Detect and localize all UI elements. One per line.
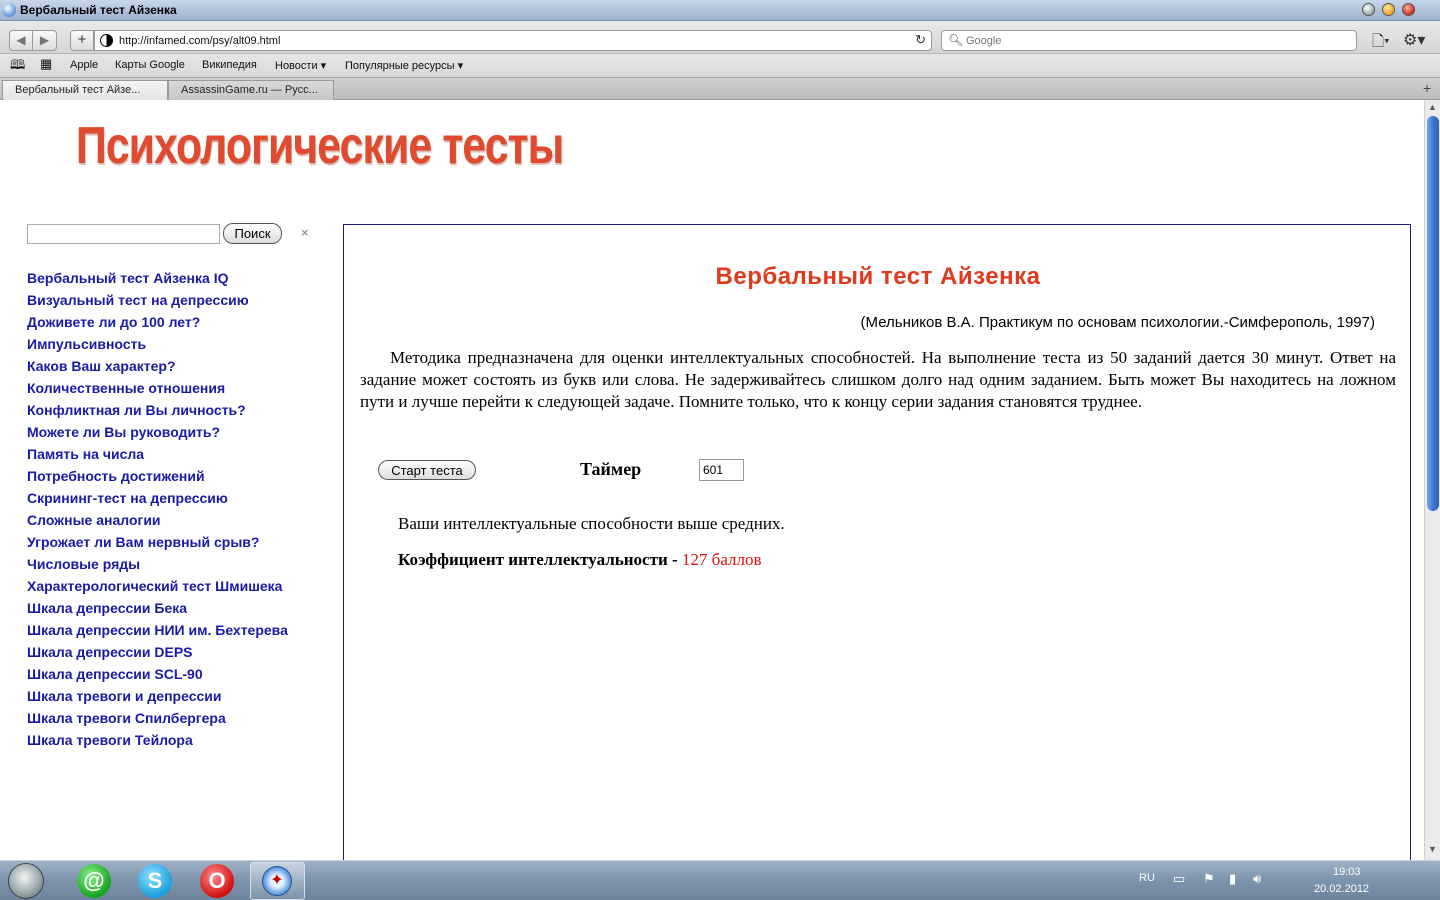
sidebar-item-achievement[interactable]: Потребность достижений	[27, 465, 337, 487]
sidebar-item-analogies[interactable]: Сложные аналогии	[27, 509, 337, 531]
sidebar-item-eysenck-iq[interactable]: Вербальный тест Айзенка IQ	[27, 267, 337, 289]
sidebar-item-visual-depression[interactable]: Визуальный тест на депрессию	[27, 289, 337, 311]
sidebar-item-anxiety-depression[interactable]: Шкала тревоги и депрессии	[27, 685, 337, 707]
tab-eysenck-test[interactable]: Вербальный тест Айзе...	[2, 80, 168, 100]
iq-value: 127 баллов	[681, 550, 762, 569]
scroll-down-arrow-icon[interactable]: ▼	[1428, 844, 1437, 854]
sidebar-item-number-memory[interactable]: Память на числа	[27, 443, 337, 465]
taskbar-safari-button[interactable]: ✦	[250, 862, 305, 900]
sidebar-item-number-series[interactable]: Числовые ряды	[27, 553, 337, 575]
network-icon[interactable]: ▭	[1173, 871, 1185, 887]
reload-icon[interactable]: ↻	[915, 32, 926, 48]
clock-time[interactable]: 19:03	[1333, 866, 1361, 878]
back-arrow-icon: ◀	[16, 33, 26, 47]
opera-icon[interactable]: O	[200, 864, 234, 898]
sidebar-item-depression-screening[interactable]: Скрининг-тест на депрессию	[27, 487, 337, 509]
search-input[interactable]	[966, 33, 1346, 49]
safari-compass-icon: ✦	[262, 866, 292, 896]
power-icon[interactable]: ▮	[1229, 871, 1236, 887]
scroll-up-arrow-icon[interactable]: ▲	[1428, 102, 1437, 112]
search-bar[interactable]: 🔍︎	[941, 30, 1357, 51]
sidebar-item-schmieschek[interactable]: Характерологический тест Шмишека	[27, 575, 337, 597]
plus-icon: +	[77, 31, 87, 48]
scroll-thumb[interactable]	[1427, 116, 1439, 511]
sidebar-item-beck[interactable]: Шкала депрессии Бека	[27, 597, 337, 619]
maximize-button[interactable]	[1382, 3, 1395, 16]
result-text: Ваши интеллектуальные способности выше с…	[398, 514, 785, 533]
sidebar-item-live-to-100[interactable]: Доживете ли до 100 лет?	[27, 311, 337, 333]
citation: (Мельников В.А. Практикум по основам пси…	[860, 314, 1375, 331]
page-menu-icon[interactable]: 🗋▾	[1372, 31, 1390, 56]
bookmark-apple[interactable]: Apple	[70, 59, 98, 71]
site-logo[interactable]: Психологические тесты	[76, 116, 564, 176]
bookmark-google-maps[interactable]: Карты Google	[115, 59, 185, 71]
page-title: Вербальный тест Айзенка	[715, 263, 1041, 290]
start-test-button[interactable]: Старт теста	[378, 460, 476, 480]
start-button[interactable]	[8, 863, 44, 899]
volume-icon[interactable]: 🔊︎	[1253, 871, 1261, 887]
url-input[interactable]	[119, 32, 899, 49]
sidebar-item-impulsivity[interactable]: Импульсивность	[27, 333, 337, 355]
add-bookmark-button[interactable]: +	[70, 30, 94, 51]
bookmark-wikipedia[interactable]: Википедия	[202, 59, 257, 71]
sidebar-item-conflict[interactable]: Конфликтная ли Вы личность?	[27, 399, 337, 421]
iq-label: Коэффициент интеллектуальности -	[398, 550, 682, 569]
tab-bar: Вербальный тест Айзе... AssassinGame.ru …	[0, 78, 1440, 100]
browser-toolbar: ◀ ▶ + ↻ 🔍︎ 🗋▾ ⚙▾	[0, 21, 1440, 54]
site-favicon-icon	[100, 34, 113, 47]
sidebar-item-leadership[interactable]: Можете ли Вы руководить?	[27, 421, 337, 443]
sidebar-item-character[interactable]: Каков Ваш характер?	[27, 355, 337, 377]
sidebar-item-breakdown[interactable]: Угрожает ли Вам нервный срыв?	[27, 531, 337, 553]
site-search-input[interactable]	[27, 224, 220, 244]
language-indicator[interactable]: RU	[1139, 872, 1155, 884]
safari-app-icon	[2, 3, 16, 17]
gear-icon[interactable]: ⚙▾	[1403, 30, 1425, 50]
test-content-panel: Вербальный тест Айзенка (Мельников В.А. …	[343, 224, 1411, 860]
new-tab-plus-icon[interactable]: +	[1423, 80, 1431, 96]
address-bar[interactable]: ↻	[94, 30, 932, 51]
search-icon: 🔍︎	[948, 33, 964, 47]
sidebar-item-bekhterev[interactable]: Шкала депрессии НИИ им. Бехтерева	[27, 619, 337, 641]
back-button[interactable]: ◀	[9, 30, 33, 51]
forward-arrow-icon: ▶	[39, 33, 50, 47]
top-sites-grid-icon[interactable]: ▦	[40, 56, 52, 72]
bookmarks-bar: 🕮 ▦ Apple Карты Google Википедия Новости…	[0, 54, 1440, 78]
clear-search-icon[interactable]: ×	[301, 225, 309, 240]
site-search-button[interactable]: Поиск	[223, 223, 282, 244]
sidebar-item-quantitative[interactable]: Количественные отношения	[27, 377, 337, 399]
vertical-scrollbar[interactable]: ▲ ▼	[1424, 100, 1440, 860]
test-description: Методика предназначена для оценки интелл…	[360, 348, 1396, 411]
iq-result: Коэффициент интеллектуальности - 127 бал…	[398, 550, 762, 570]
timer-field[interactable]	[699, 459, 744, 481]
skype-icon[interactable]: S	[138, 864, 172, 898]
timer-label: Таймер	[580, 459, 642, 479]
sidebar-item-scl90[interactable]: Шкала депрессии SCL-90	[27, 663, 337, 685]
taskbar: @ S O ✦ RU ▭ ⚑ ▮ 🔊︎ 19:03 20.02.2012	[0, 860, 1440, 900]
sidebar-item-deps[interactable]: Шкала депрессии DEPS	[27, 641, 337, 663]
tab-assassingame[interactable]: AssassinGame.ru — Русс...	[168, 80, 334, 100]
action-center-flag-icon[interactable]: ⚑	[1203, 871, 1215, 887]
page-viewport: Психологические тесты Поиск × Вербальный…	[0, 100, 1424, 860]
reading-list-icon[interactable]: 🕮	[10, 56, 25, 78]
clock-date[interactable]: 20.02.2012	[1314, 883, 1369, 895]
bookmark-news[interactable]: Новости ▾	[275, 59, 326, 72]
sidebar-item-spielberger[interactable]: Шкала тревоги Спилбергера	[27, 707, 337, 729]
sidebar-nav: Вербальный тест Айзенка IQ Визуальный те…	[27, 267, 337, 751]
forward-button[interactable]: ▶	[33, 30, 57, 51]
bookmark-popular[interactable]: Популярные ресурсы ▾	[345, 59, 463, 72]
window-title-bar: Вербальный тест Айзенка	[0, 0, 1440, 21]
close-window-button[interactable]	[1402, 3, 1415, 16]
sidebar-item-taylor[interactable]: Шкала тревоги Тейлора	[27, 729, 337, 751]
minimize-button[interactable]	[1362, 3, 1375, 16]
window-title: Вербальный тест Айзенка	[20, 3, 177, 17]
mail-agent-icon[interactable]: @	[77, 864, 111, 898]
